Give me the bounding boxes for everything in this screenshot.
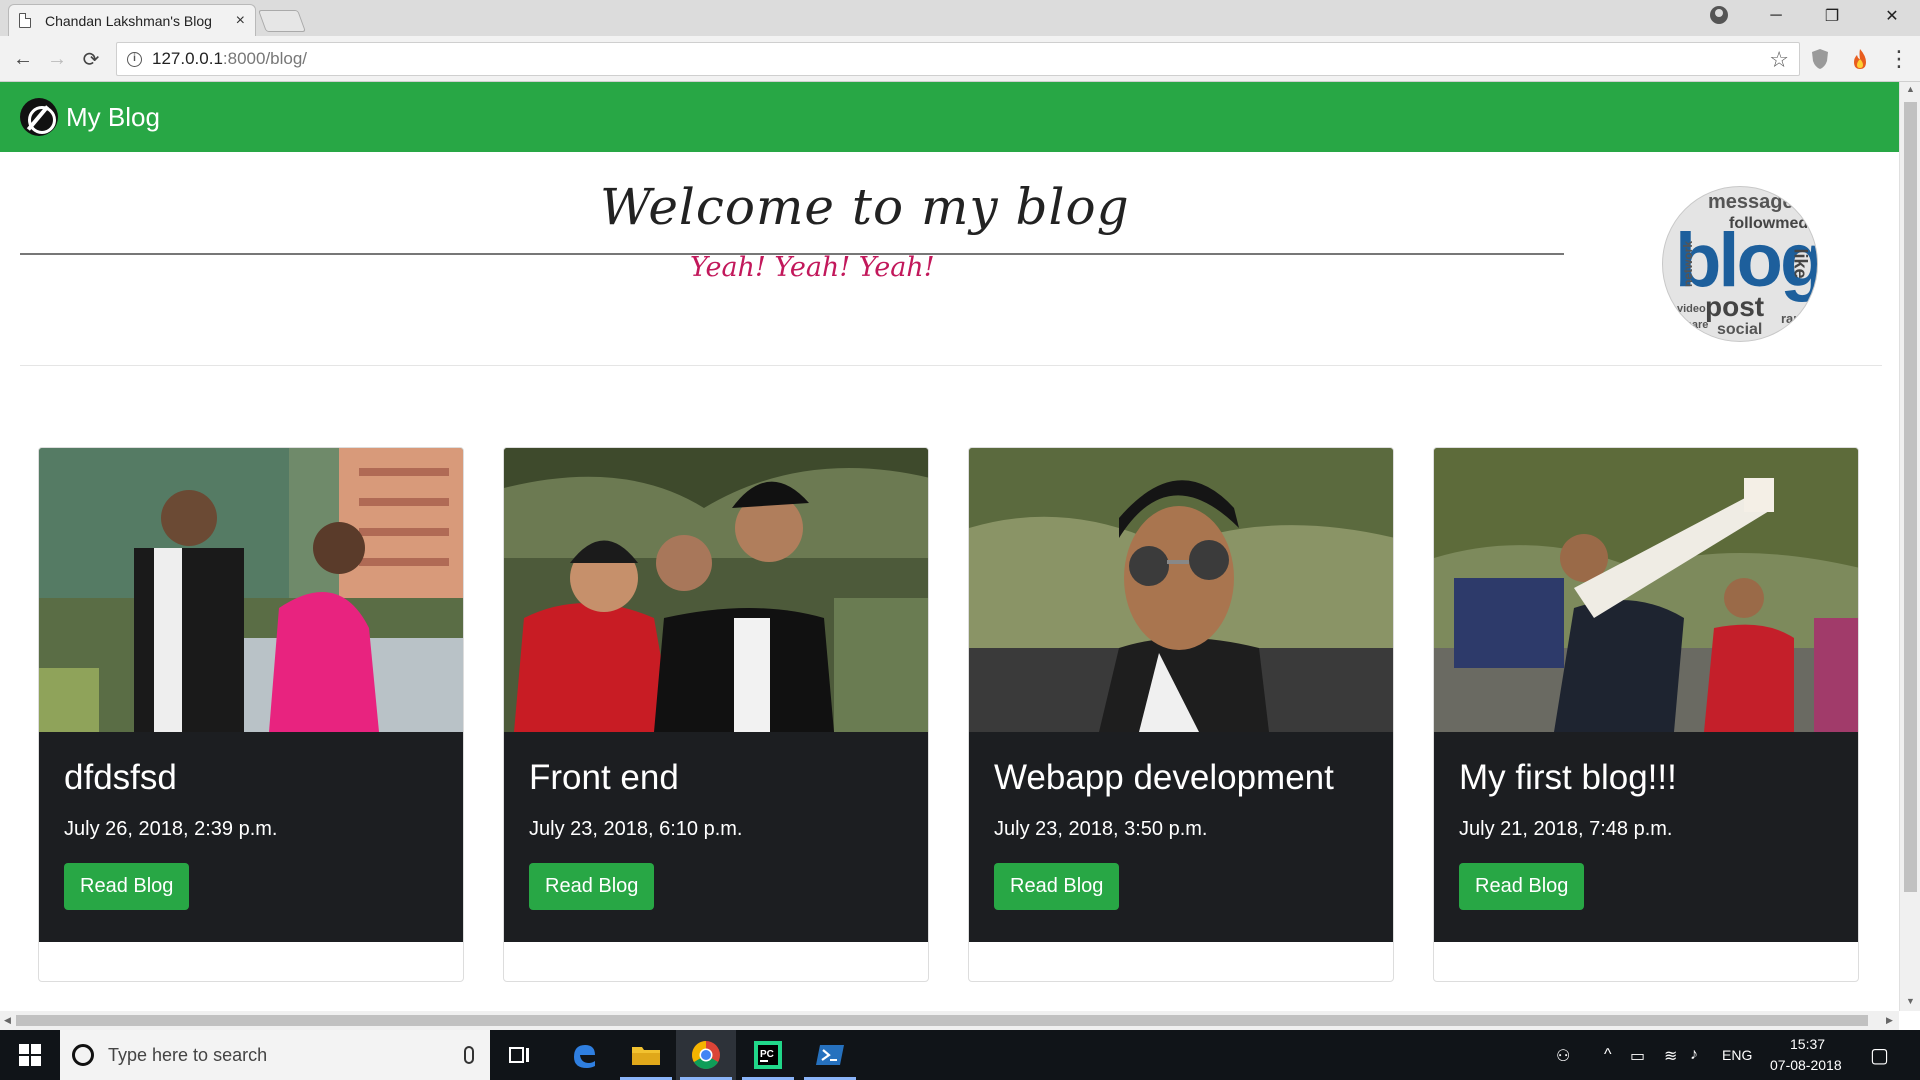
blog-card: My first blog!!! July 21, 2018, 7:48 p.m…: [1433, 447, 1859, 982]
taskbar-search-box[interactable]: Type here to search: [60, 1030, 490, 1080]
vertical-scrollbar[interactable]: ▲ ▼: [1899, 82, 1920, 1011]
powershell-icon[interactable]: [800, 1030, 860, 1080]
blog-card-image[interactable]: [1434, 448, 1858, 732]
read-blog-button[interactable]: Read Blog: [1459, 863, 1585, 910]
task-view-icon[interactable]: [490, 1030, 550, 1080]
brand-logo-icon[interactable]: [20, 98, 58, 136]
section-divider: [20, 365, 1882, 366]
read-blog-button[interactable]: Read Blog: [994, 863, 1120, 910]
minimize-button[interactable]: ─: [1748, 0, 1804, 32]
blog-card-body: My first blog!!! July 21, 2018, 7:48 p.m…: [1434, 732, 1858, 942]
close-window-button[interactable]: ✕: [1864, 0, 1920, 32]
scroll-right-arrow-icon[interactable]: ▶: [1886, 1015, 1893, 1026]
action-center-icon[interactable]: ▢: [1870, 1043, 1889, 1068]
wifi-icon[interactable]: ≋: [1664, 1046, 1677, 1066]
shield-extension-icon[interactable]: [1810, 48, 1830, 70]
bookmark-star-icon[interactable]: ☆: [1769, 47, 1789, 73]
page-subtitle: Yeah! Yeah! Yeah!: [690, 252, 935, 283]
read-blog-button[interactable]: Read Blog: [64, 863, 190, 910]
start-button[interactable]: [0, 1030, 60, 1080]
blog-card-date: July 23, 2018, 3:50 p.m.: [994, 818, 1208, 840]
page-title: Welcome to my blog: [600, 178, 1130, 236]
blog-card-title[interactable]: Front end: [529, 758, 903, 798]
horizontal-scroll-thumb[interactable]: [16, 1015, 1868, 1026]
blog-card-date: July 23, 2018, 6:10 p.m.: [529, 818, 743, 840]
blog-card-body: Webapp development July 23, 2018, 3:50 p…: [969, 732, 1393, 942]
cortana-icon: [72, 1044, 94, 1066]
site-info-icon[interactable]: i: [127, 51, 142, 67]
vertical-scroll-thumb[interactable]: [1904, 102, 1917, 892]
maximize-button[interactable]: ❐: [1804, 0, 1860, 32]
file-explorer-icon[interactable]: [616, 1030, 676, 1080]
edge-browser-icon[interactable]: [554, 1030, 614, 1080]
blog-card-title[interactable]: dfdsfsd: [64, 758, 438, 798]
blog-card-body: Front end July 23, 2018, 6:10 p.m. Read …: [504, 732, 928, 942]
people-icon[interactable]: ⚇: [1556, 1046, 1570, 1066]
scroll-left-arrow-icon[interactable]: ◀: [4, 1015, 11, 1026]
blog-word-cloud-logo: message followmedia blog network post so…: [1662, 186, 1818, 342]
browser-menu-icon[interactable]: ⋮: [1886, 46, 1912, 72]
horizontal-scrollbar[interactable]: ◀ ▶: [0, 1011, 1899, 1030]
browser-toolbar: ← → ⟳ i 127.0.0.1 :8000/blog/ ☆ ⋮: [0, 36, 1920, 82]
chrome-icon[interactable]: [676, 1030, 736, 1080]
volume-icon[interactable]: ♪: [1690, 1046, 1698, 1064]
windows-taskbar: Type here to search PC ⚇ ^ ▭ ≋ ♪ ENG 15:…: [0, 1030, 1920, 1080]
back-arrow-icon[interactable]: ←: [10, 46, 36, 72]
blog-card-date: July 26, 2018, 2:39 p.m.: [64, 818, 278, 840]
pycharm-icon[interactable]: PC: [738, 1030, 798, 1080]
blog-card: dfdsfsd July 26, 2018, 2:39 p.m. Read Bl…: [38, 447, 464, 982]
blog-card-image[interactable]: [969, 448, 1393, 732]
blog-card-title[interactable]: My first blog!!!: [1459, 758, 1833, 798]
brand-link[interactable]: My Blog: [66, 102, 160, 133]
address-bar[interactable]: i 127.0.0.1 :8000/blog/ ☆: [116, 42, 1800, 76]
svg-text:PC: PC: [760, 1049, 774, 1060]
url-path: :8000/blog/: [222, 49, 308, 68]
show-hidden-icons-icon[interactable]: ^: [1604, 1046, 1612, 1064]
browser-tab[interactable]: Chandan Lakshman's Blog ×: [8, 4, 256, 36]
input-language[interactable]: ENG: [1722, 1047, 1752, 1063]
windows-logo-icon: [19, 1044, 41, 1066]
scroll-up-arrow-icon[interactable]: ▲: [1906, 84, 1915, 94]
url-host: 127.0.0.1: [152, 49, 223, 68]
reload-icon[interactable]: ⟳: [78, 46, 104, 72]
profile-icon[interactable]: [1710, 6, 1728, 24]
page-icon: [19, 13, 31, 28]
blog-card-body: dfdsfsd July 26, 2018, 2:39 p.m. Read Bl…: [39, 732, 463, 942]
tab-close-icon[interactable]: ×: [236, 12, 245, 30]
read-blog-button[interactable]: Read Blog: [529, 863, 655, 910]
scroll-down-arrow-icon[interactable]: ▼: [1906, 996, 1915, 1006]
new-tab-button[interactable]: [257, 10, 307, 32]
forward-arrow-icon[interactable]: →: [44, 46, 70, 72]
tab-title: Chandan Lakshman's Blog: [45, 12, 212, 29]
clock-time[interactable]: 15:37: [1790, 1036, 1825, 1052]
blog-card-image[interactable]: [504, 448, 928, 732]
blog-card: Webapp development July 23, 2018, 3:50 p…: [968, 447, 1394, 982]
search-placeholder: Type here to search: [108, 1044, 268, 1065]
fire-extension-icon[interactable]: [1850, 48, 1870, 70]
blog-card-date: July 21, 2018, 7:48 p.m.: [1459, 818, 1673, 840]
blog-card-title[interactable]: Webapp development: [994, 758, 1368, 798]
battery-icon[interactable]: ▭: [1630, 1046, 1645, 1066]
blog-card-image[interactable]: [39, 448, 463, 732]
blog-card: Front end July 23, 2018, 6:10 p.m. Read …: [503, 447, 929, 982]
clock-date[interactable]: 07-08-2018: [1770, 1057, 1842, 1073]
browser-tab-strip: Chandan Lakshman's Blog × ─ ❐ ✕: [0, 0, 1920, 36]
microphone-icon[interactable]: [464, 1046, 474, 1064]
site-navbar: My Blog: [0, 82, 1899, 152]
